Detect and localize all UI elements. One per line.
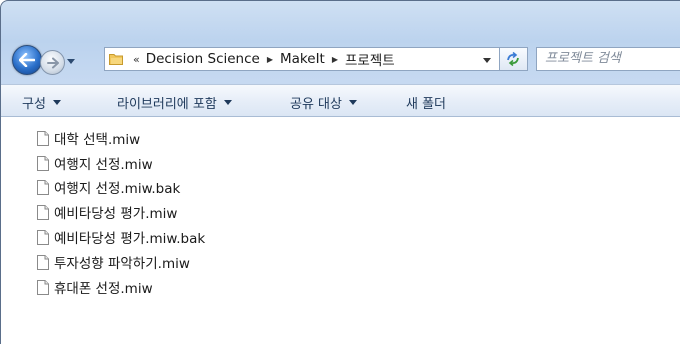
address-history-dropdown[interactable] — [483, 58, 491, 63]
document-icon — [37, 155, 49, 171]
back-arrow-icon — [19, 53, 35, 67]
file-list-pane: 대학 선택.miw 여행지 선정.miw 여행지 선정.miw.bak 예비타당… — [1, 117, 680, 344]
file-item[interactable]: 투자성향 파악하기.miw — [37, 252, 190, 272]
file-item[interactable]: 여행지 선정.miw.bak — [37, 177, 180, 197]
folder-icon — [109, 53, 123, 65]
document-icon — [37, 179, 49, 195]
breadcrumb-makeit[interactable]: MakeIt — [280, 51, 325, 67]
file-name: 예비타당성 평가.miw — [54, 206, 178, 222]
document-icon — [37, 130, 49, 146]
file-name: 투자성향 파악하기.miw — [54, 256, 190, 272]
breadcrumb-separator-icon[interactable]: ▶ — [267, 55, 273, 64]
file-name: 예비타당성 평가.miw.bak — [54, 231, 206, 247]
organize-label: 구성 — [22, 97, 46, 112]
file-item[interactable]: 예비타당성 평가.miw.bak — [37, 227, 205, 247]
breadcrumb-decision-science[interactable]: Decision Science — [146, 51, 260, 67]
recent-pages-dropdown[interactable] — [67, 59, 75, 64]
file-item[interactable]: 예비타당성 평가.miw — [37, 202, 177, 222]
include-in-library-label: 라이브러리에 포함 — [117, 97, 217, 112]
new-folder-button[interactable]: 새 폴더 — [406, 93, 446, 112]
command-toolbar: 구성 라이브러리에 포함 공유 대상 새 폴더 — [1, 84, 680, 117]
back-button[interactable] — [12, 45, 42, 75]
address-overflow-chevron[interactable]: « — [133, 53, 140, 66]
refresh-icon — [507, 51, 519, 67]
refresh-button[interactable] — [500, 47, 528, 71]
document-icon — [37, 204, 49, 220]
file-name: 휴대폰 선정.miw — [54, 281, 153, 297]
organize-menu[interactable]: 구성 — [22, 93, 61, 112]
include-in-library-menu[interactable]: 라이브러리에 포함 — [117, 93, 232, 112]
file-name: 대학 선택.miw — [54, 132, 141, 148]
search-input[interactable]: 프로젝트 검색 — [536, 47, 680, 71]
chevron-down-icon — [348, 100, 357, 105]
share-with-menu[interactable]: 공유 대상 — [290, 93, 357, 112]
file-name: 여행지 선정.miw.bak — [54, 181, 181, 197]
new-folder-label: 새 폴더 — [406, 97, 447, 112]
file-item[interactable]: 대학 선택.miw — [37, 128, 140, 148]
forward-arrow-icon — [46, 57, 59, 68]
breadcrumb-separator-icon[interactable]: ▶ — [332, 55, 338, 64]
document-icon — [37, 229, 49, 245]
breadcrumb-current-folder[interactable]: 프로젝트 — [345, 49, 395, 69]
share-with-label: 공유 대상 — [290, 97, 342, 112]
forward-button[interactable] — [40, 50, 65, 75]
chevron-down-icon — [223, 100, 232, 105]
address-bar[interactable]: « Decision Science ▶ MakeIt ▶ 프로젝트 — [104, 47, 500, 71]
file-item[interactable]: 여행지 선정.miw — [37, 153, 153, 173]
document-icon — [37, 254, 49, 270]
document-icon — [37, 279, 49, 295]
file-name: 여행지 선정.miw — [54, 157, 153, 173]
chevron-down-icon — [52, 100, 61, 105]
file-item[interactable]: 휴대폰 선정.miw — [37, 277, 153, 297]
